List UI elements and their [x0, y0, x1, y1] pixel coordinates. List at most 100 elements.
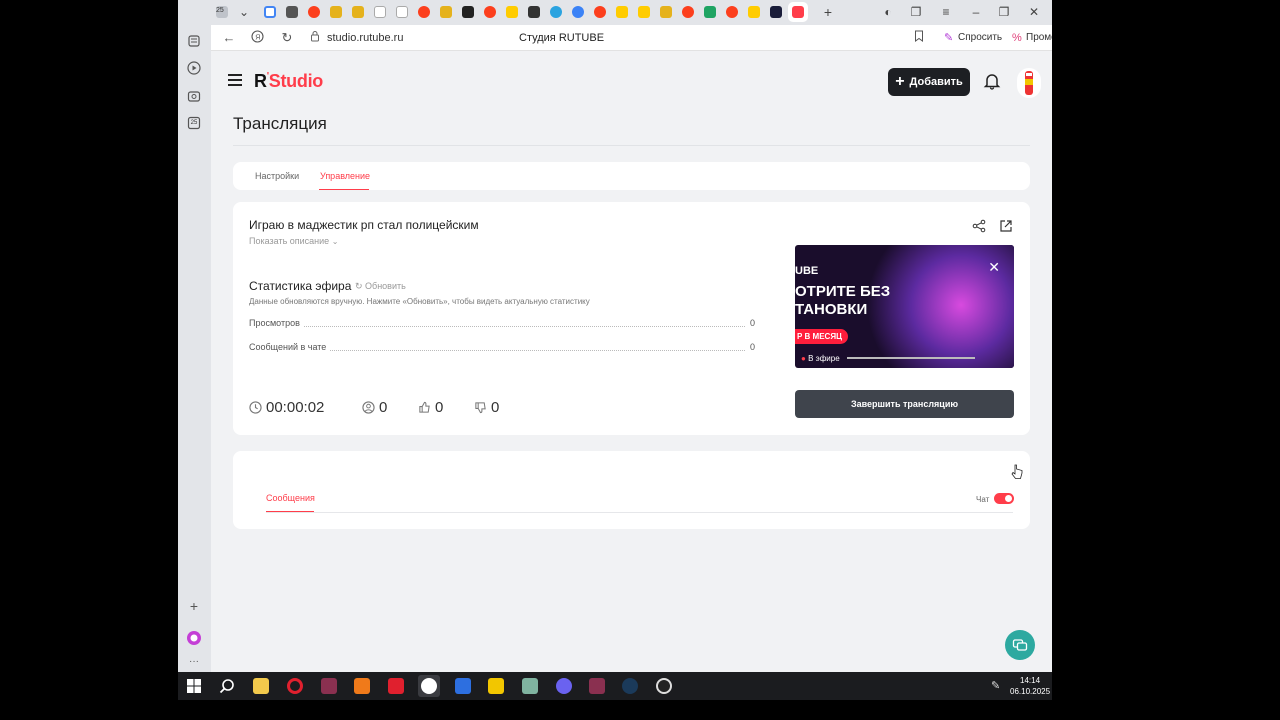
tab-play-icon[interactable] — [504, 4, 520, 20]
app-icon[interactable] — [586, 675, 608, 697]
promo-button[interactable]: % Промокоды — [1010, 29, 1052, 47]
tab-document-icon[interactable] — [394, 4, 410, 20]
tab-studio-active[interactable] — [790, 4, 806, 20]
yandex-icon[interactable] — [385, 675, 407, 697]
ask-icon: ✎ — [944, 32, 954, 44]
tab-play-icon[interactable] — [746, 4, 762, 20]
start-icon[interactable] — [183, 675, 205, 697]
add-panel-icon[interactable]: + — [185, 597, 203, 615]
add-button[interactable]: + Добавить — [888, 68, 970, 96]
chat-toggle-label: Чат — [976, 495, 990, 504]
app-icon[interactable] — [519, 675, 541, 697]
tabs-overview-icon[interactable]: ❐ — [908, 4, 924, 20]
play-icon[interactable] — [185, 59, 203, 77]
divider — [233, 145, 1030, 146]
live-indicator: ● В эфире — [801, 354, 840, 363]
more-icon[interactable]: ··· — [185, 652, 203, 670]
tab-image-icon[interactable] — [350, 4, 366, 20]
dislikes-value: 0 — [491, 399, 500, 416]
tab-image-icon[interactable] — [438, 4, 454, 20]
tab-yandex-icon[interactable] — [724, 4, 740, 20]
app-icon[interactable] — [318, 675, 340, 697]
app-icon[interactable] — [452, 675, 474, 697]
tab-play-icon[interactable] — [636, 4, 652, 20]
opera-icon[interactable] — [284, 675, 306, 697]
clock[interactable]: 14:14 06.10.2025 — [1010, 675, 1050, 697]
reload-icon[interactable]: ↻ — [279, 30, 295, 46]
tab-rutube-icon[interactable] — [768, 4, 784, 20]
steam-icon[interactable] — [619, 675, 641, 697]
hamburger-menu-icon[interactable] — [228, 74, 242, 86]
tab-management[interactable]: Управление — [320, 171, 370, 181]
new-tab-button[interactable]: + — [820, 4, 836, 20]
avatar[interactable] — [1017, 68, 1041, 98]
file-explorer-icon[interactable] — [250, 675, 272, 697]
logo-r: R — [254, 71, 267, 91]
tab-google-icon[interactable] — [262, 4, 278, 20]
close-icon[interactable]: ✕ — [988, 259, 1000, 276]
stat-label: Просмотров — [249, 318, 304, 328]
screenshot-icon[interactable] — [185, 87, 203, 105]
tab-yandex-icon[interactable] — [592, 4, 608, 20]
tab-settings[interactable]: Настройки — [255, 171, 299, 181]
tab-image-icon[interactable] — [328, 4, 344, 20]
thumbs-down-icon — [475, 402, 486, 414]
rstudio-logo[interactable]: R'Studio — [254, 71, 323, 92]
app-icon[interactable] — [485, 675, 507, 697]
bell-icon[interactable] — [983, 72, 1001, 90]
browser-side-panel: 25 + ··· — [178, 0, 211, 672]
tab-item[interactable]: 25 — [214, 4, 230, 20]
tab-download-icon[interactable] — [284, 4, 300, 20]
pen-icon[interactable]: ✎ — [991, 679, 1003, 693]
alice-icon[interactable] — [185, 629, 203, 647]
ask-button[interactable]: ✎ Спросить — [942, 29, 1002, 47]
stream-title: Играю в маджестик рп стал полицейским — [249, 218, 479, 232]
tab-badge: 25 — [216, 7, 224, 14]
search-icon[interactable] — [216, 675, 238, 697]
close-window-icon[interactable]: ✕ — [1026, 4, 1042, 20]
likes-value: 0 — [435, 399, 444, 416]
support-chat-button[interactable] — [1005, 630, 1035, 660]
tab-image-icon[interactable] — [658, 4, 674, 20]
tab-app-icon[interactable] — [526, 4, 542, 20]
tab-game-icon[interactable] — [460, 4, 476, 20]
obs-icon[interactable] — [653, 675, 675, 697]
stat-row-chat-messages: Сообщений в чате 0 — [249, 342, 755, 354]
external-link-icon[interactable] — [999, 219, 1013, 233]
menu-icon[interactable]: ≡ — [938, 4, 954, 20]
tab-list-chevron-icon[interactable]: ⌄ — [236, 4, 252, 20]
tab-chat-icon[interactable] — [570, 4, 586, 20]
end-stream-button[interactable]: Завершить трансляцию — [795, 390, 1014, 418]
tab-sheet-icon[interactable] — [702, 4, 718, 20]
tab-yandex-icon[interactable] — [416, 4, 432, 20]
profile-icon[interactable]: ◐ — [880, 4, 896, 20]
share-icon[interactable] — [972, 219, 986, 233]
page-title: Трансляция — [233, 114, 327, 133]
live-label: В эфире — [808, 354, 840, 363]
studio-header: R'Studio + Добавить — [211, 52, 1052, 112]
tab-yandex-icon[interactable] — [306, 4, 322, 20]
tab-messages[interactable]: Сообщения — [266, 493, 315, 503]
app-icon[interactable] — [351, 675, 373, 697]
clock-date: 06.10.2025 — [1010, 687, 1051, 696]
refresh-button[interactable]: ↻ Обновить — [355, 281, 406, 292]
tab-yandex-icon[interactable] — [482, 4, 498, 20]
yandex-browser-icon[interactable] — [418, 675, 440, 697]
discord-icon[interactable] — [553, 675, 575, 697]
tab-play-icon[interactable] — [614, 4, 630, 20]
tab-document-icon[interactable] — [372, 4, 388, 20]
show-description-link[interactable]: Показать описание ⌄ — [249, 236, 338, 246]
back-icon[interactable]: ← — [221, 30, 237, 46]
tab-telegram-icon[interactable] — [548, 4, 564, 20]
tab-yandex-icon[interactable] — [680, 4, 696, 20]
chat-toggle[interactable] — [994, 493, 1014, 504]
yandex-icon[interactable]: Я — [249, 30, 265, 46]
url-text[interactable]: studio.rutube.ru — [327, 32, 403, 44]
calendar-icon[interactable]: 25 — [185, 114, 203, 132]
stream-card: Играю в маджестик рп стал полицейским По… — [233, 202, 1030, 435]
minimize-icon[interactable]: – — [968, 4, 984, 20]
stream-preview[interactable]: UBE ОТРИТЕ БЕЗ ТАНОВКИ Р В МЕСЯЦ ✕ ● В э… — [795, 245, 1014, 368]
collections-icon[interactable] — [185, 32, 203, 50]
restore-icon[interactable]: ❐ — [996, 4, 1012, 20]
bookmark-icon[interactable] — [911, 30, 927, 46]
